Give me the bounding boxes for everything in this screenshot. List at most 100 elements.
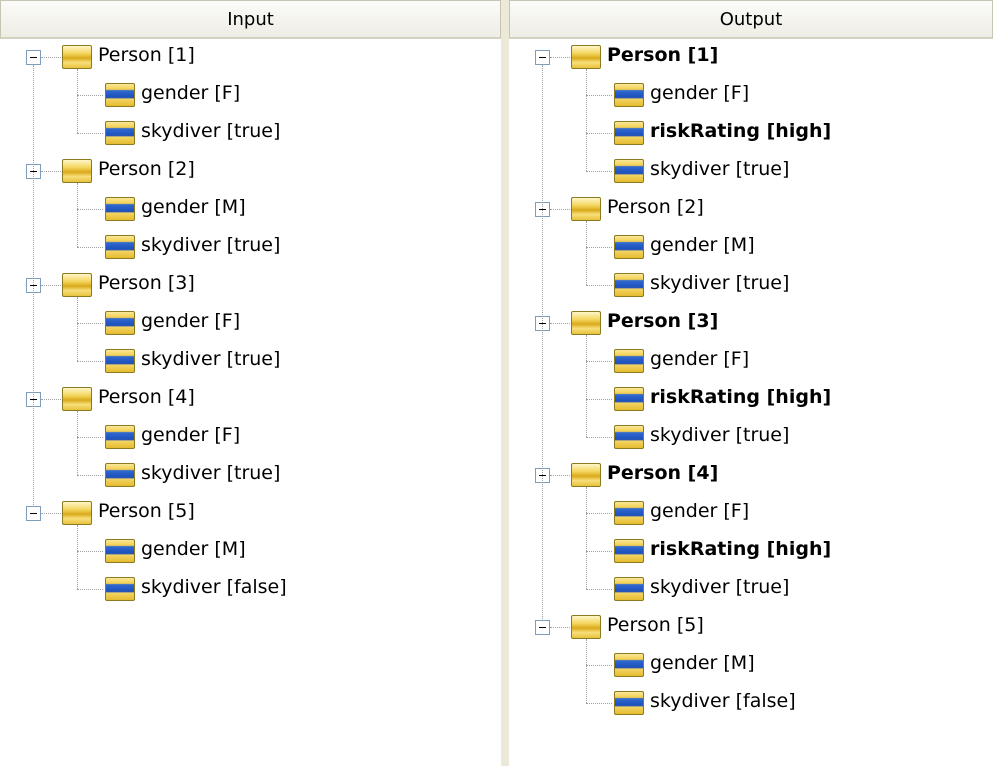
person-label: Person [1] (607, 44, 719, 66)
property-label: skydiver [true] (141, 234, 281, 256)
property-label: gender [F] (141, 310, 241, 332)
tree-connector (586, 513, 612, 514)
object-icon (62, 387, 92, 411)
tree-node-property[interactable]: gender [F] (509, 342, 993, 380)
tree-connector (586, 551, 612, 552)
tree-connector (586, 95, 612, 96)
tree-node-property[interactable]: skydiver [true] (509, 418, 993, 456)
tree-connector (77, 589, 103, 590)
property-icon (105, 83, 135, 107)
panel-splitter[interactable] (501, 0, 509, 766)
input-column-header[interactable]: Input (0, 0, 501, 39)
collapse-toggle-icon[interactable] (26, 50, 41, 65)
tree-node-property[interactable]: gender [F] (0, 76, 501, 114)
property-icon (614, 387, 644, 411)
collapse-toggle-icon[interactable] (535, 50, 550, 65)
tree-connector (586, 361, 612, 362)
tree-node-person[interactable]: Person [1] (0, 38, 501, 76)
tree-connector (41, 399, 61, 400)
tree-connector (586, 221, 587, 285)
tree-node-property[interactable]: skydiver [false] (0, 570, 501, 608)
property-label: riskRating [high] (650, 386, 832, 408)
property-label: skydiver [true] (650, 272, 790, 294)
output-tree: Person [1] gender [F] riskRating [high] sky… (509, 39, 993, 766)
collapse-toggle-icon[interactable] (535, 620, 550, 635)
collapse-toggle-icon[interactable] (26, 506, 41, 521)
input-panel: Input Person [1] gender [F] skydiver [true… (0, 0, 501, 766)
object-icon (571, 615, 601, 639)
property-label: skydiver [true] (650, 158, 790, 180)
tree-node-property[interactable]: gender [M] (0, 532, 501, 570)
tree-node-property[interactable]: skydiver [true] (509, 152, 993, 190)
property-icon (105, 311, 135, 335)
tree-connector (586, 133, 612, 134)
tree-node-property[interactable]: gender [M] (509, 228, 993, 266)
property-icon (614, 159, 644, 183)
property-icon (614, 653, 644, 677)
person-label: Person [4] (98, 386, 195, 408)
person-label: Person [5] (607, 614, 704, 636)
tree-node-property[interactable]: riskRating [high] (509, 532, 993, 570)
tree-node-person[interactable]: Person [4] (509, 456, 993, 494)
output-panel: Output Person [1] gender [F] riskRating [h… (509, 0, 993, 766)
tree-connector (77, 209, 103, 210)
tree-connector (550, 209, 570, 210)
tree-connector (77, 95, 103, 96)
tree-node-person[interactable]: Person [1] (509, 38, 993, 76)
output-column-header[interactable]: Output (509, 0, 993, 39)
object-icon (571, 463, 601, 487)
property-icon (105, 539, 135, 563)
tree-connector (77, 361, 103, 362)
tree-connector (586, 589, 612, 590)
property-label: gender [F] (650, 348, 750, 370)
tree-connector (41, 57, 61, 58)
property-icon (614, 349, 644, 373)
tree-node-property[interactable]: gender [F] (509, 494, 993, 532)
tree-node-property[interactable]: gender [F] (0, 304, 501, 342)
tree-node-property[interactable]: riskRating [high] (509, 114, 993, 152)
person-label: Person [3] (607, 310, 719, 332)
object-icon (571, 45, 601, 69)
tree-node-property[interactable]: gender [F] (0, 418, 501, 456)
tree-node-property[interactable]: gender [M] (0, 190, 501, 228)
tree-connector (77, 183, 78, 247)
tree-node-property[interactable]: gender [M] (509, 646, 993, 684)
tree-connector (550, 627, 570, 628)
property-label: gender [F] (650, 500, 750, 522)
object-icon (571, 197, 601, 221)
tree-connector (77, 323, 103, 324)
tree-connector (77, 551, 103, 552)
tree-connector (586, 665, 612, 666)
object-icon (62, 159, 92, 183)
tree-node-property[interactable]: skydiver [true] (0, 342, 501, 380)
tree-node-property[interactable]: skydiver [true] (0, 228, 501, 266)
tree-node-person[interactable]: Person [2] (0, 152, 501, 190)
property-icon (105, 121, 135, 145)
object-icon (62, 501, 92, 525)
property-label: gender [F] (141, 424, 241, 446)
tree-connector (586, 247, 612, 248)
tree-node-person[interactable]: Person [5] (0, 494, 501, 532)
property-icon (614, 273, 644, 297)
tree-node-property[interactable]: gender [F] (509, 76, 993, 114)
tree-connector (586, 487, 587, 589)
tree-node-property[interactable]: skydiver [true] (509, 266, 993, 304)
tree-node-property[interactable]: skydiver [true] (509, 570, 993, 608)
person-label: Person [5] (98, 500, 195, 522)
property-label: skydiver [true] (141, 348, 281, 370)
tree-node-person[interactable]: Person [4] (0, 380, 501, 418)
tree-connector (550, 57, 570, 58)
tree-node-property[interactable]: skydiver [true] (0, 456, 501, 494)
object-icon (62, 273, 92, 297)
object-icon (62, 45, 92, 69)
property-label: skydiver [true] (141, 120, 281, 142)
tree-node-property[interactable]: skydiver [true] (0, 114, 501, 152)
tree-node-person[interactable]: Person [3] (0, 266, 501, 304)
tree-node-property[interactable]: skydiver [false] (509, 684, 993, 722)
tree-connector (77, 247, 103, 248)
tree-node-property[interactable]: riskRating [high] (509, 380, 993, 418)
tree-node-person[interactable]: Person [2] (509, 190, 993, 228)
tree-node-person[interactable]: Person [3] (509, 304, 993, 342)
tree-connector (77, 69, 78, 133)
tree-node-person[interactable]: Person [5] (509, 608, 993, 646)
